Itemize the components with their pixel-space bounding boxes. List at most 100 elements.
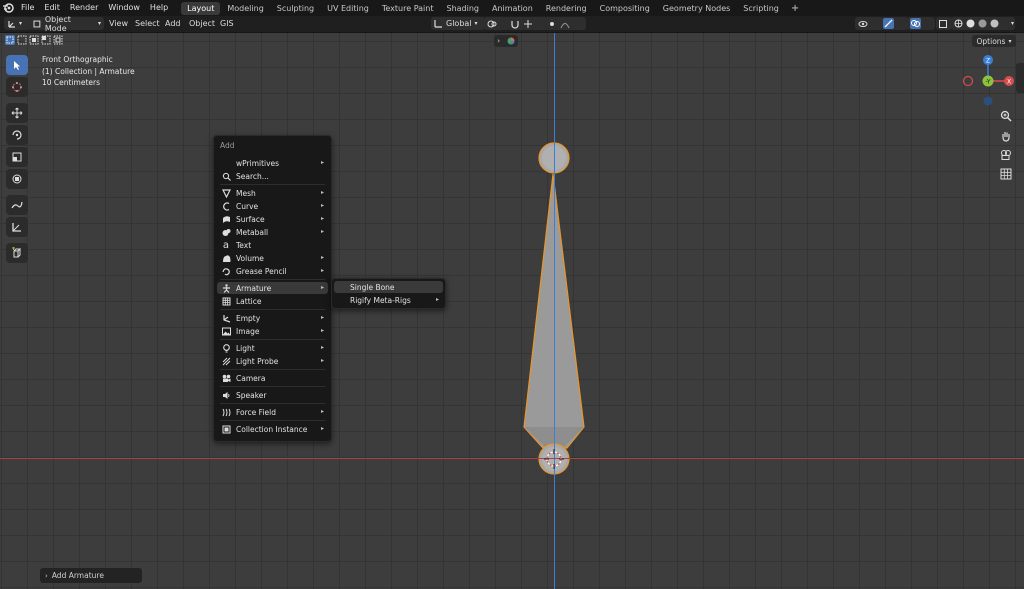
lattice-icon [222,297,230,305]
perspective-toggle-button[interactable] [996,165,1016,183]
editor-type-button[interactable]: ▾ [4,17,32,30]
tab-texture-paint[interactable]: Texture Paint [376,2,440,15]
tab-modeling[interactable]: Modeling [221,2,269,15]
search-icon [222,172,231,181]
menu-item-speaker[interactable]: Speaker [217,389,328,401]
tab-sculpting[interactable]: Sculpting [271,2,320,15]
tab-scripting[interactable]: Scripting [737,2,785,15]
select-extend-icon[interactable] [17,35,27,45]
shading-dropdown-chevron-icon[interactable]: ▾ [1011,16,1014,32]
tab-shading[interactable]: Shading [440,2,485,15]
select-subtract-icon[interactable] [29,35,39,45]
tab-geometry-nodes[interactable]: Geometry Nodes [657,2,736,15]
menu-file[interactable]: File [16,0,39,16]
armature-submenu: Single Bone Rigify Meta-Rigs ▸ [331,278,446,309]
measure-tool[interactable] [6,217,28,237]
add-workspace-button[interactable]: + [786,2,804,15]
select-invert-icon[interactable] [41,35,51,45]
annotate-tool[interactable] [6,195,28,215]
shading-modes[interactable] [951,17,1015,30]
submenu-arrow-icon: ▸ [320,344,324,351]
last-operator-panel[interactable]: › Add Armature [40,568,142,583]
overlays-toggle[interactable] [907,17,935,30]
gizmo-toggle[interactable] [880,17,908,30]
menu-add[interactable]: Add [165,16,181,32]
sidebar-toggle[interactable]: › [494,35,518,47]
menu-item-single-bone[interactable]: Single Bone [334,281,443,293]
rotate-tool[interactable] [6,125,28,145]
menu-item-text[interactable]: a Text [217,239,328,251]
menu-item-label: Search... [236,171,269,181]
menu-item-camera[interactable]: Camera [217,372,328,384]
menu-item-collection-instance[interactable]: Collection Instance ▸ [217,423,328,435]
menu-object[interactable]: Object [189,16,215,32]
3d-viewport[interactable]: › Front Orthographic (1) Collection | Ar… [0,33,1024,589]
select-box-tool[interactable] [6,55,28,75]
menu-select[interactable]: Select [135,16,160,32]
menu-item-rigify-meta-rigs[interactable]: Rigify Meta-Rigs ▸ [334,294,443,306]
zoom-icon [1000,110,1012,122]
select-new-icon[interactable] [5,35,15,45]
snap-controls[interactable] [507,17,547,30]
submenu-arrow-icon: ▸ [320,215,324,222]
menu-view[interactable]: View [109,16,128,32]
select-intersect-icon[interactable] [53,35,63,45]
cursor-tool[interactable] [6,77,28,97]
menu-gis[interactable]: GIS [220,16,234,32]
color-wheel-icon [507,37,515,45]
mode-label: Object Mode [44,14,71,33]
menu-item-label: Single Bone [350,282,395,292]
submenu-arrow-icon: ▸ [320,189,324,196]
speaker-icon [222,391,229,399]
mode-dropdown[interactable]: Object Mode ▾ [30,14,104,33]
xray-toggle[interactable] [936,17,952,30]
tab-compositing[interactable]: Compositing [594,2,656,15]
menu-item-lattice[interactable]: Lattice [217,295,328,307]
navigation-gizmo[interactable]: Z -Y X [960,53,1020,109]
light-probe-icon [222,357,230,365]
tab-animation[interactable]: Animation [486,2,539,15]
view-name: Front Orthographic [42,55,113,64]
scale-tool[interactable] [6,147,28,167]
material-shading-icon [978,19,987,28]
orientation-label: Global [446,19,472,28]
tab-uv-editing[interactable]: UV Editing [321,2,375,15]
menu-item-mesh[interactable]: Mesh ▸ [217,187,328,199]
menu-item-light-probe[interactable]: Light Probe ▸ [217,355,328,367]
neg-z-axis-handle[interactable] [983,96,993,106]
options-dropdown[interactable]: Options ▾ [972,35,1016,47]
menu-item-force-field[interactable]: Force Field ▸ [217,406,328,418]
solid-shading-icon [966,19,975,28]
blender-logo-icon[interactable] [0,0,16,16]
tab-layout[interactable]: Layout [181,1,221,15]
pan-button[interactable] [996,127,1016,145]
menu-item-metaball[interactable]: Metaball ▸ [217,226,328,238]
empty-icon [222,314,230,323]
proportional-editing[interactable] [544,17,586,30]
menu-window[interactable]: Window [103,0,145,16]
visibility-dropdown[interactable] [855,17,883,30]
armature-bone[interactable] [520,138,590,478]
menu-item-armature[interactable]: Armature ▸ [217,282,328,294]
menu-help[interactable]: Help [145,0,173,16]
move-tool[interactable] [6,103,28,123]
menu-item-empty[interactable]: Empty ▸ [217,312,328,324]
neg-x-axis-handle[interactable] [962,75,974,87]
chevron-down-icon: ▾ [474,20,478,27]
menu-item-curve[interactable]: Curve ▸ [217,200,328,212]
transform-tool[interactable] [6,169,28,189]
menu-item-search[interactable]: Search... [217,170,328,182]
transform-orientation-dropdown[interactable]: Global ▾ [431,17,485,30]
add-cube-tool[interactable] [6,243,28,263]
tab-rendering[interactable]: Rendering [540,2,593,15]
menu-item-volume[interactable]: Volume ▸ [217,252,328,264]
zoom-button[interactable] [996,107,1016,125]
n-panel-tab[interactable] [1016,63,1024,93]
menu-item-light[interactable]: Light ▸ [217,342,328,354]
menu-item-surface[interactable]: Surface ▸ [217,213,328,225]
submenu-arrow-icon: ▸ [320,228,324,235]
menu-item-image[interactable]: Image ▸ [217,325,328,337]
camera-view-button[interactable] [996,146,1016,164]
menu-item-grease-pencil[interactable]: Grease Pencil ▸ [217,265,328,277]
menu-item-wprimitives[interactable]: wPrimitives ▸ [217,157,328,169]
